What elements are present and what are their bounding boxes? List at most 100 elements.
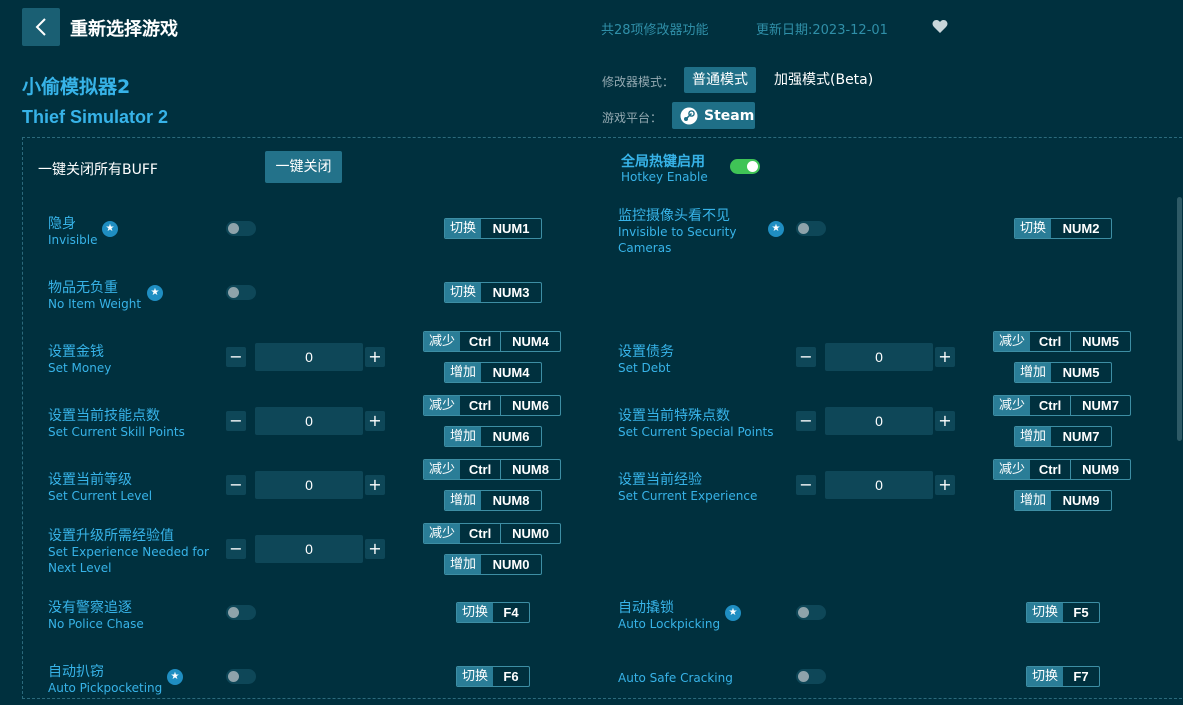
key-value: NUM7	[1062, 429, 1100, 444]
weight-hotkey[interactable]: 切换 NUM3	[444, 282, 543, 303]
exp-needed-decrease-hotkey[interactable]: 减少 Ctrl NUM0	[423, 523, 562, 544]
lockpick-toggle[interactable]	[796, 605, 826, 620]
hotkey-enable-label-en: Hotkey Enable	[621, 170, 708, 184]
steam-label: Steam	[704, 107, 755, 124]
level-decrease-button[interactable]: −	[226, 475, 246, 495]
money-increase-button[interactable]: +	[365, 347, 385, 367]
ctrl-key: Ctrl	[1038, 398, 1062, 413]
experience-increase-button[interactable]: +	[935, 475, 955, 495]
key-value: NUM0	[492, 557, 530, 572]
level-input[interactable]	[255, 471, 363, 499]
back-button[interactable]	[22, 8, 60, 46]
special-input[interactable]	[825, 407, 933, 435]
skill-decrease-button[interactable]: −	[226, 411, 246, 431]
star-icon: ★	[725, 605, 741, 621]
pickpocket-toggle[interactable]	[226, 669, 256, 684]
special-decrease-button[interactable]: −	[796, 411, 816, 431]
decrease-tag: 减少	[424, 396, 461, 415]
special-decrease-hotkey[interactable]: 减少 Ctrl NUM7	[993, 395, 1132, 416]
money-label-cn: 设置金钱	[48, 344, 104, 360]
exp-needed-input[interactable]	[255, 535, 363, 563]
money-increase-hotkey[interactable]: 增加 NUM4	[444, 362, 543, 383]
invisible-hotkey[interactable]: 切换 NUM1	[444, 218, 543, 239]
favorite-heart-icon[interactable]	[932, 19, 948, 38]
normal-mode-button[interactable]: 普通模式	[684, 67, 756, 93]
debt-label-cn: 设置债务	[618, 344, 674, 360]
exp-needed-label-cn: 设置升级所需经验值	[48, 528, 174, 544]
toggle-knob	[228, 671, 239, 682]
toggle-knob	[798, 671, 809, 682]
increase-tag: 增加	[445, 555, 482, 574]
debt-increase-hotkey[interactable]: 增加 NUM5	[1014, 362, 1113, 383]
experience-decrease-hotkey[interactable]: 减少 Ctrl NUM9	[993, 459, 1132, 480]
platform-label: 游戏平台：	[602, 111, 663, 125]
level-decrease-hotkey[interactable]: 减少 Ctrl NUM8	[423, 459, 562, 480]
decrease-tag: 减少	[994, 332, 1031, 351]
key-value: NUM6	[500, 396, 560, 415]
experience-decrease-button[interactable]: −	[796, 475, 816, 495]
security-toggle[interactable]	[796, 221, 826, 236]
increase-tag: 增加	[1015, 427, 1052, 446]
beta-mode-button[interactable]: 加强模式(Beta)	[766, 67, 881, 93]
experience-label-cn: 设置当前经验	[618, 472, 702, 488]
mode-label: 修改器模式：	[602, 75, 675, 89]
skill-decrease-hotkey[interactable]: 减少 Ctrl NUM6	[423, 395, 562, 416]
money-decrease-button[interactable]: −	[226, 347, 246, 367]
money-input[interactable]	[255, 343, 363, 371]
safe-hotkey[interactable]: 切换 F7	[1026, 666, 1101, 687]
level-increase-button[interactable]: +	[365, 475, 385, 495]
steam-icon	[680, 107, 698, 124]
special-increase-button[interactable]: +	[935, 411, 955, 431]
security-label-en-2: Cameras	[618, 241, 672, 255]
safe-toggle[interactable]	[796, 669, 826, 684]
key-value: F6	[503, 669, 519, 684]
experience-increase-hotkey[interactable]: 增加 NUM9	[1014, 490, 1113, 511]
debt-label-en: Set Debt	[618, 361, 671, 375]
pickpocket-label-en: Auto Pickpocketing	[48, 681, 163, 695]
key-value: NUM2	[1062, 221, 1100, 236]
skill-input[interactable]	[255, 407, 363, 435]
hotkey-enable-toggle[interactable]	[730, 159, 760, 174]
steam-platform-button[interactable]: Steam	[672, 102, 755, 129]
debt-input[interactable]	[825, 343, 933, 371]
pickpocket-hotkey[interactable]: 切换 F6	[456, 666, 531, 687]
lockpick-hotkey[interactable]: 切换 F5	[1026, 602, 1101, 623]
security-hotkey[interactable]: 切换 NUM2	[1014, 218, 1113, 239]
police-hotkey[interactable]: 切换 F4	[456, 602, 531, 623]
exp-needed-increase-hotkey[interactable]: 增加 NUM0	[444, 554, 543, 575]
level-label-cn: 设置当前等级	[48, 472, 132, 488]
debt-decrease-hotkey[interactable]: 减少 Ctrl NUM5	[993, 331, 1132, 352]
update-date: 更新日期:2023-12-01	[756, 23, 888, 38]
level-increase-hotkey[interactable]: 增加 NUM8	[444, 490, 543, 511]
safe-label-en: Auto Safe Cracking	[618, 671, 733, 685]
close-all-button[interactable]: 一键关闭	[265, 151, 342, 183]
scrollbar[interactable]	[1177, 197, 1182, 441]
toggle-knob	[228, 287, 239, 298]
invisible-toggle[interactable]	[226, 221, 256, 236]
special-increase-hotkey[interactable]: 增加 NUM7	[1014, 426, 1113, 447]
decrease-tag: 减少	[424, 460, 461, 479]
decrease-tag: 减少	[424, 332, 461, 351]
key-value: NUM1	[492, 221, 530, 236]
police-toggle[interactable]	[226, 605, 256, 620]
special-label-cn: 设置当前特殊点数	[618, 408, 730, 424]
debt-decrease-button[interactable]: −	[796, 347, 816, 367]
exp-needed-decrease-button[interactable]: −	[226, 539, 246, 559]
exp-needed-increase-button[interactable]: +	[365, 539, 385, 559]
increase-tag: 增加	[1015, 363, 1052, 382]
experience-label-en: Set Current Experience	[618, 489, 758, 503]
skill-increase-hotkey[interactable]: 增加 NUM6	[444, 426, 543, 447]
skill-increase-button[interactable]: +	[365, 411, 385, 431]
toggle-knob	[228, 223, 239, 234]
weight-toggle[interactable]	[226, 285, 256, 300]
key-value: NUM3	[492, 285, 530, 300]
lockpick-label-cn: 自动撬锁	[618, 600, 674, 616]
experience-input[interactable]	[825, 471, 933, 499]
game-title-cn: 小偷模拟器2	[22, 76, 131, 98]
debt-increase-button[interactable]: +	[935, 347, 955, 367]
toggle-tag: 切换	[1015, 219, 1052, 238]
ctrl-key: Ctrl	[468, 526, 492, 541]
key-value: NUM5	[1062, 365, 1100, 380]
key-value: NUM4	[500, 332, 560, 351]
money-decrease-hotkey[interactable]: 减少 Ctrl NUM4	[423, 331, 562, 352]
